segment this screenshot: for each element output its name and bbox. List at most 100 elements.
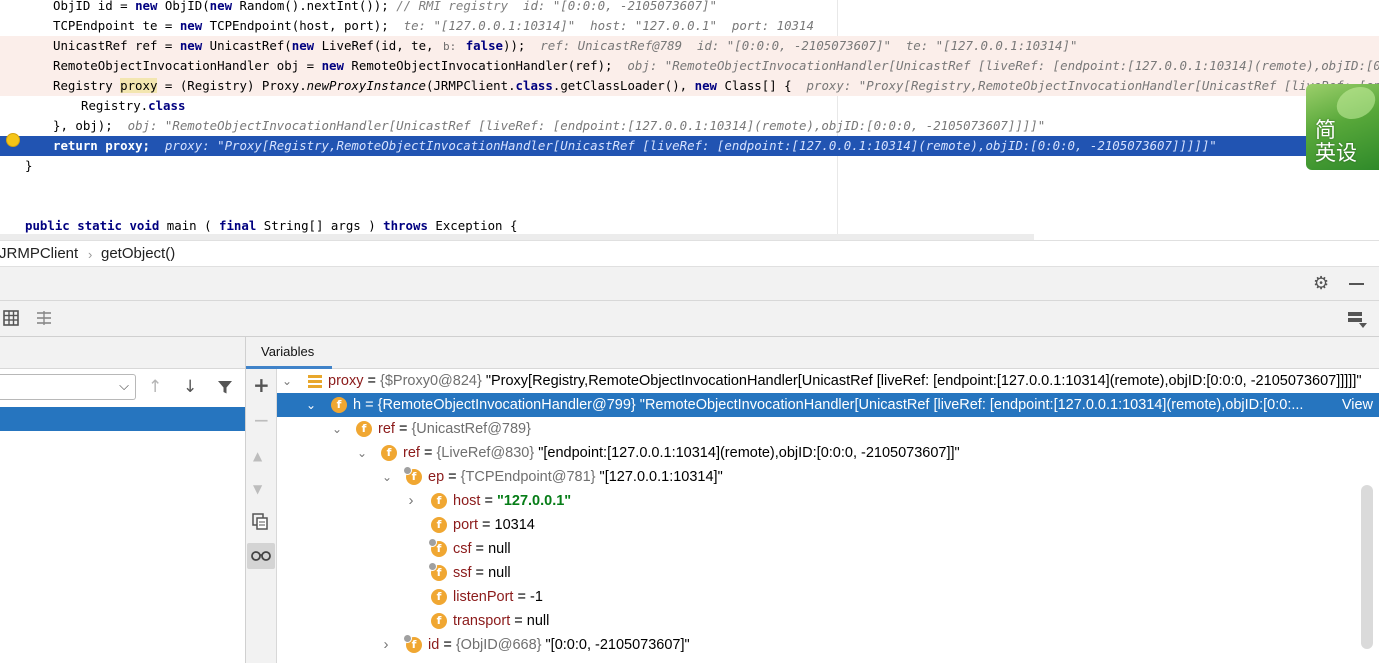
thread-selector[interactable]: ⌵	[0, 374, 136, 400]
variable-list-icon	[307, 373, 323, 389]
minimize-icon[interactable]	[1349, 283, 1364, 285]
variable-name: proxy	[328, 373, 364, 389]
ime-mode-text: 简	[1315, 118, 1336, 142]
breakpoint-icon[interactable]	[6, 133, 20, 147]
tree-row-transport[interactable]: f transport = null	[277, 609, 1379, 633]
variables-side-toolbar: + − ▲ ▼	[246, 337, 277, 663]
tree-row-id[interactable]: › f id = {ObjID@668} "[0:0:0, -210507360…	[277, 633, 1379, 657]
add-icon[interactable]: +	[253, 375, 270, 395]
tab-variables[interactable]: Variables	[246, 337, 332, 369]
glasses-icon[interactable]	[247, 543, 275, 569]
code-line-1[interactable]: ObjID id = new ObjID(new Random().nextIn…	[0, 0, 1379, 16]
variable-name: ref	[403, 445, 420, 461]
highlighted-variable: proxy	[120, 78, 158, 93]
variable-name: listenPort	[453, 589, 514, 605]
variable-name: ep	[428, 469, 445, 485]
variable-name: host	[453, 493, 481, 509]
tree-row-ep[interactable]: ⌄ f ep = {TCPEndpoint@781} "[127.0.0.1:1…	[277, 465, 1379, 489]
chevron-down-icon: ⌵	[119, 379, 129, 394]
code-line-9[interactable]: }	[0, 156, 1379, 176]
equals-sign: =	[513, 589, 530, 605]
tree-row-proxy[interactable]: ⌄ proxy = {$Proxy0@824} "Proxy[Registry,…	[277, 369, 1379, 393]
equals-sign: =	[510, 613, 527, 629]
expand-arrow-icon[interactable]: ⌄	[355, 441, 369, 465]
arrow-up-icon[interactable]: ↑	[148, 377, 162, 397]
breadcrumb: JRMPClient › getObject()	[0, 240, 1379, 267]
breadcrumb-class[interactable]: JRMPClient	[0, 245, 78, 262]
variable-value: -1	[529, 589, 543, 605]
final-field-icon: f	[403, 466, 422, 485]
variable-name: ssf	[453, 565, 472, 581]
layout-icon[interactable]	[36, 310, 52, 326]
selected-stack-frame[interactable]	[0, 407, 245, 431]
expand-arrow-icon[interactable]: ›	[404, 489, 418, 513]
code-line-3[interactable]: UnicastRef ref = new UnicastRef(new Live…	[0, 36, 1379, 56]
field-icon: f	[381, 445, 397, 461]
gear-icon[interactable]: ⚙	[1313, 275, 1331, 293]
field-icon: f	[431, 493, 447, 509]
expand-arrow-icon[interactable]: ›	[379, 633, 393, 657]
code-text: ObjID id = new ObjID(new Random().nextIn…	[53, 0, 397, 13]
tree-row-csf[interactable]: f csf = null	[277, 537, 1379, 561]
arrow-down-icon[interactable]: ↓	[183, 377, 197, 397]
variables-tree[interactable]: ⌄ proxy = {$Proxy0@824} "Proxy[Registry,…	[277, 369, 1379, 663]
code-text: Registry.class	[81, 98, 186, 113]
move-down-icon[interactable]: ▼	[253, 480, 262, 498]
ime-language-badge[interactable]: 简 英设	[1306, 84, 1379, 170]
view-value-link[interactable]: View	[1342, 393, 1373, 417]
move-up-icon[interactable]: ▲	[253, 447, 262, 465]
expand-arrow-icon[interactable]: ⌄	[280, 369, 294, 393]
code-comment: // RMI registry	[396, 0, 509, 13]
variable-value: "RemoteObjectInvocationHandler[UnicastRe…	[639, 397, 1304, 413]
final-field-icon: f	[428, 538, 447, 557]
layout-settings-icon[interactable]	[1347, 310, 1367, 328]
final-field-icon: f	[428, 562, 447, 581]
expand-arrow-icon[interactable]: ⌄	[330, 417, 344, 441]
code-text: (JRMPClient.class.getClassLoader(), new …	[426, 78, 792, 93]
expand-arrow-icon[interactable]: ⌄	[380, 465, 394, 489]
filter-icon[interactable]	[217, 379, 233, 395]
code-line-6[interactable]: Registry.class	[0, 96, 1379, 116]
table-icon[interactable]	[3, 310, 19, 326]
inline-value-hint: ref: UnicastRef@789 id: "[0:0:0, -210507…	[525, 38, 1078, 53]
variable-value: "[127.0.0.1:10314]"	[599, 469, 723, 485]
tree-row-ssf[interactable]: f ssf = null	[277, 561, 1379, 585]
variable-value: null	[488, 541, 511, 557]
code-line-7[interactable]: }, obj); obj: "RemoteObjectInvocationHan…	[0, 116, 1379, 136]
field-icon: f	[431, 517, 447, 533]
field-icon: f	[356, 421, 372, 437]
equals-sign: =	[471, 565, 489, 581]
tree-row-port[interactable]: f port = 10314	[277, 513, 1379, 537]
code-line-4[interactable]: RemoteObjectInvocationHandler obj = new …	[0, 56, 1379, 76]
variables-tab-bar: Variables	[246, 337, 1379, 369]
code-text: RemoteObjectInvocationHandler obj = new …	[53, 58, 613, 73]
code-text: public static void main ( final String[]…	[25, 218, 518, 233]
variable-type: {LiveRef@830}	[436, 445, 535, 461]
code-line-2[interactable]: TCPEndpoint te = new TCPEndpoint(host, p…	[0, 16, 1379, 36]
breadcrumb-method[interactable]: getObject()	[101, 245, 175, 262]
code-text: Registry	[53, 78, 121, 93]
code-line-5[interactable]: Registry proxy = (Registry) Proxy.newPro…	[0, 76, 1379, 96]
tree-row-host[interactable]: › f host = "127.0.0.1"	[277, 489, 1379, 513]
code-editor[interactable]: ObjID id = new ObjID(new Random().nextIn…	[0, 0, 1379, 240]
variable-type: {$Proxy0@824}	[380, 373, 482, 389]
variable-name: port	[453, 517, 478, 533]
variable-value: "[0:0:0, -2105073607]"	[545, 637, 690, 653]
inline-value-hint: proxy: "Proxy[Registry,RemoteObjectInvoc…	[149, 138, 1217, 153]
remove-icon[interactable]: −	[253, 410, 270, 430]
code-text: false));	[465, 38, 526, 53]
code-line-current[interactable]: return proxy; proxy: "Proxy[Registry,Rem…	[0, 136, 1379, 156]
tree-row-h[interactable]: ⌄ f h = {RemoteObjectInvocationHandler@7…	[277, 393, 1379, 417]
copy-icon[interactable]	[252, 513, 269, 530]
variable-value: "[endpoint:[127.0.0.1:10314](remote),obj…	[538, 445, 960, 461]
expand-arrow-icon[interactable]: ⌄	[304, 393, 318, 417]
tree-row-liveref[interactable]: ⌄ f ref = {LiveRef@830} "[endpoint:[127.…	[277, 441, 1379, 465]
code-line-11[interactable]: public static void main ( final String[]…	[0, 216, 1379, 236]
tree-row-listenport[interactable]: f listenPort = -1	[277, 585, 1379, 609]
equals-sign: =	[478, 517, 495, 533]
variable-type: {RemoteObjectInvocationHandler@799}	[377, 397, 636, 413]
tree-row-ref[interactable]: ⌄ f ref = {UnicastRef@789}	[277, 417, 1379, 441]
debug-toolbar	[0, 301, 1379, 337]
vertical-scrollbar[interactable]	[1361, 485, 1373, 649]
variable-type: {ObjID@668}	[455, 637, 542, 653]
